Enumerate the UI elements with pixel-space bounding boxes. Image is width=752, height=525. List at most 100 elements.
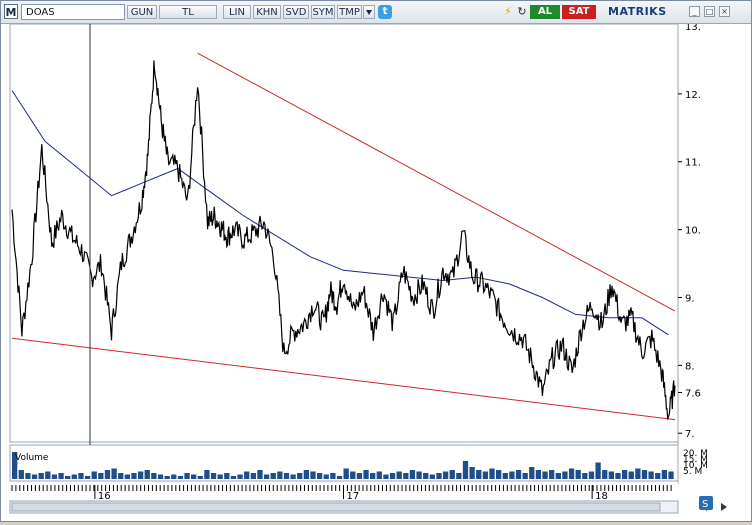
svg-text:S: S bbox=[702, 499, 708, 510]
linear-scale-button[interactable]: LIN bbox=[223, 5, 251, 19]
volume-bar bbox=[263, 474, 270, 479]
volume-bar bbox=[482, 471, 489, 479]
volume-bar bbox=[396, 471, 402, 479]
volume-bar bbox=[449, 470, 455, 479]
volume-bar bbox=[436, 473, 442, 479]
volume-bar bbox=[104, 470, 111, 479]
volume-bar bbox=[628, 471, 634, 479]
volume-bar bbox=[668, 471, 674, 479]
template-dropdown-icon[interactable] bbox=[363, 5, 375, 19]
volume-bar bbox=[350, 471, 356, 479]
volume-bar bbox=[588, 471, 595, 479]
volume-bar bbox=[376, 471, 382, 479]
volume-bar bbox=[191, 474, 197, 479]
window-minimize-icon[interactable]: _ bbox=[689, 6, 700, 17]
volume-bar bbox=[529, 467, 535, 479]
window-maximize-icon[interactable]: □ bbox=[704, 6, 715, 17]
volume-bar bbox=[303, 470, 310, 479]
y-tick-label: 9. bbox=[685, 293, 695, 304]
volume-bar bbox=[462, 461, 469, 479]
volume-bar bbox=[84, 476, 91, 479]
volume-bar bbox=[495, 470, 502, 479]
volume-bar bbox=[124, 474, 131, 479]
volume-bar bbox=[542, 471, 548, 479]
volume-bar bbox=[250, 473, 256, 479]
volume-bar bbox=[204, 470, 210, 479]
volume-bar bbox=[602, 470, 608, 479]
volume-bar bbox=[403, 473, 409, 479]
khn-button[interactable]: KHN bbox=[253, 5, 281, 19]
volume-bar bbox=[370, 473, 376, 479]
volume-bar bbox=[171, 474, 177, 479]
chart-window: M DOAS GUN TL LIN KHN SVD SYM TMP t ⚡ ↻ … bbox=[0, 0, 752, 522]
volume-bar bbox=[71, 474, 77, 479]
volume-bar bbox=[51, 474, 58, 479]
refresh-icon[interactable]: ↻ bbox=[515, 5, 529, 19]
volume-bar bbox=[297, 473, 303, 479]
volume-label: Volume bbox=[15, 453, 49, 463]
volume-bar bbox=[137, 471, 144, 479]
period-button[interactable]: GUN bbox=[127, 5, 157, 19]
chart-area[interactable]: 12. 11. 10. 9. 8. 7.6 7. 13. Volume 20. M 15. M1… bbox=[1, 22, 751, 521]
volume-bar bbox=[655, 473, 661, 479]
volume-bar bbox=[648, 471, 654, 479]
volume-bar bbox=[157, 474, 164, 479]
price-chart[interactable]: 12. 11. 10. 9. 8. 7.6 7. 13. Volume 20. M15. M1… bbox=[1, 22, 751, 521]
volume-bar bbox=[45, 471, 51, 479]
volume-bar bbox=[244, 471, 250, 479]
brand-logo: MATRIKS bbox=[608, 5, 667, 18]
volume-bar bbox=[356, 473, 363, 479]
volume-axis-label: 5. M bbox=[683, 467, 702, 477]
scroll-right-icon bbox=[721, 503, 727, 511]
y-tick-label: 7.6 bbox=[685, 388, 701, 399]
y-tick-label: 12. bbox=[685, 90, 701, 101]
volume-bar bbox=[389, 473, 396, 479]
volume-axis: 20. M15. M10. M5. M bbox=[683, 449, 708, 477]
volume-bar bbox=[230, 476, 237, 479]
window-close-icon[interactable]: × bbox=[719, 6, 730, 17]
volume-bar bbox=[177, 476, 184, 479]
lightning-icon[interactable]: ⚡ bbox=[501, 5, 515, 19]
volume-bar bbox=[575, 470, 581, 479]
volume-bar bbox=[555, 473, 561, 479]
volume-bar bbox=[502, 473, 508, 479]
volume-bar bbox=[111, 468, 117, 479]
volume-bar bbox=[283, 473, 290, 479]
currency-button[interactable]: TL bbox=[159, 5, 217, 19]
volume-bar bbox=[184, 473, 190, 479]
svd-button[interactable]: SVD bbox=[283, 5, 309, 19]
volume-bar bbox=[78, 473, 84, 479]
twitter-icon[interactable]: t bbox=[378, 5, 392, 19]
volume-bar bbox=[363, 470, 369, 479]
volume-bar bbox=[118, 473, 124, 479]
volume-bar bbox=[469, 467, 475, 479]
template-button[interactable]: TMP bbox=[337, 5, 362, 19]
volume-bar bbox=[409, 470, 416, 479]
volume-bar bbox=[65, 476, 71, 479]
volume-bar bbox=[277, 471, 283, 479]
volume-bar bbox=[38, 473, 44, 479]
volume-bar bbox=[621, 470, 628, 479]
volume-bar bbox=[535, 470, 542, 479]
volume-bar bbox=[197, 476, 203, 479]
volume-bar bbox=[615, 473, 621, 479]
volume-bar bbox=[316, 473, 323, 479]
volume-bar bbox=[310, 471, 316, 479]
volume-bar bbox=[151, 473, 157, 479]
volume-bar bbox=[423, 473, 429, 479]
y-tick-label-top: 13. bbox=[685, 24, 701, 33]
volume-bar bbox=[131, 473, 137, 479]
symbol-button[interactable]: SYM bbox=[311, 5, 335, 19]
volume-bar bbox=[661, 470, 668, 479]
buy-button[interactable]: AL bbox=[530, 5, 560, 19]
volume-bar bbox=[210, 473, 217, 479]
sell-button[interactable]: SAT bbox=[562, 5, 596, 19]
volume-bar bbox=[91, 471, 97, 479]
symbol-input[interactable]: DOAS bbox=[21, 4, 125, 20]
volume-bar bbox=[257, 470, 263, 479]
y-axis-ticks: 12. 11. 10. 9. 8. 7.6 7. 13. bbox=[678, 22, 701, 440]
volume-bar bbox=[330, 473, 336, 479]
x-tick-label: 18 bbox=[595, 491, 608, 502]
volume-bar bbox=[31, 474, 38, 479]
volume-bar bbox=[343, 468, 349, 479]
